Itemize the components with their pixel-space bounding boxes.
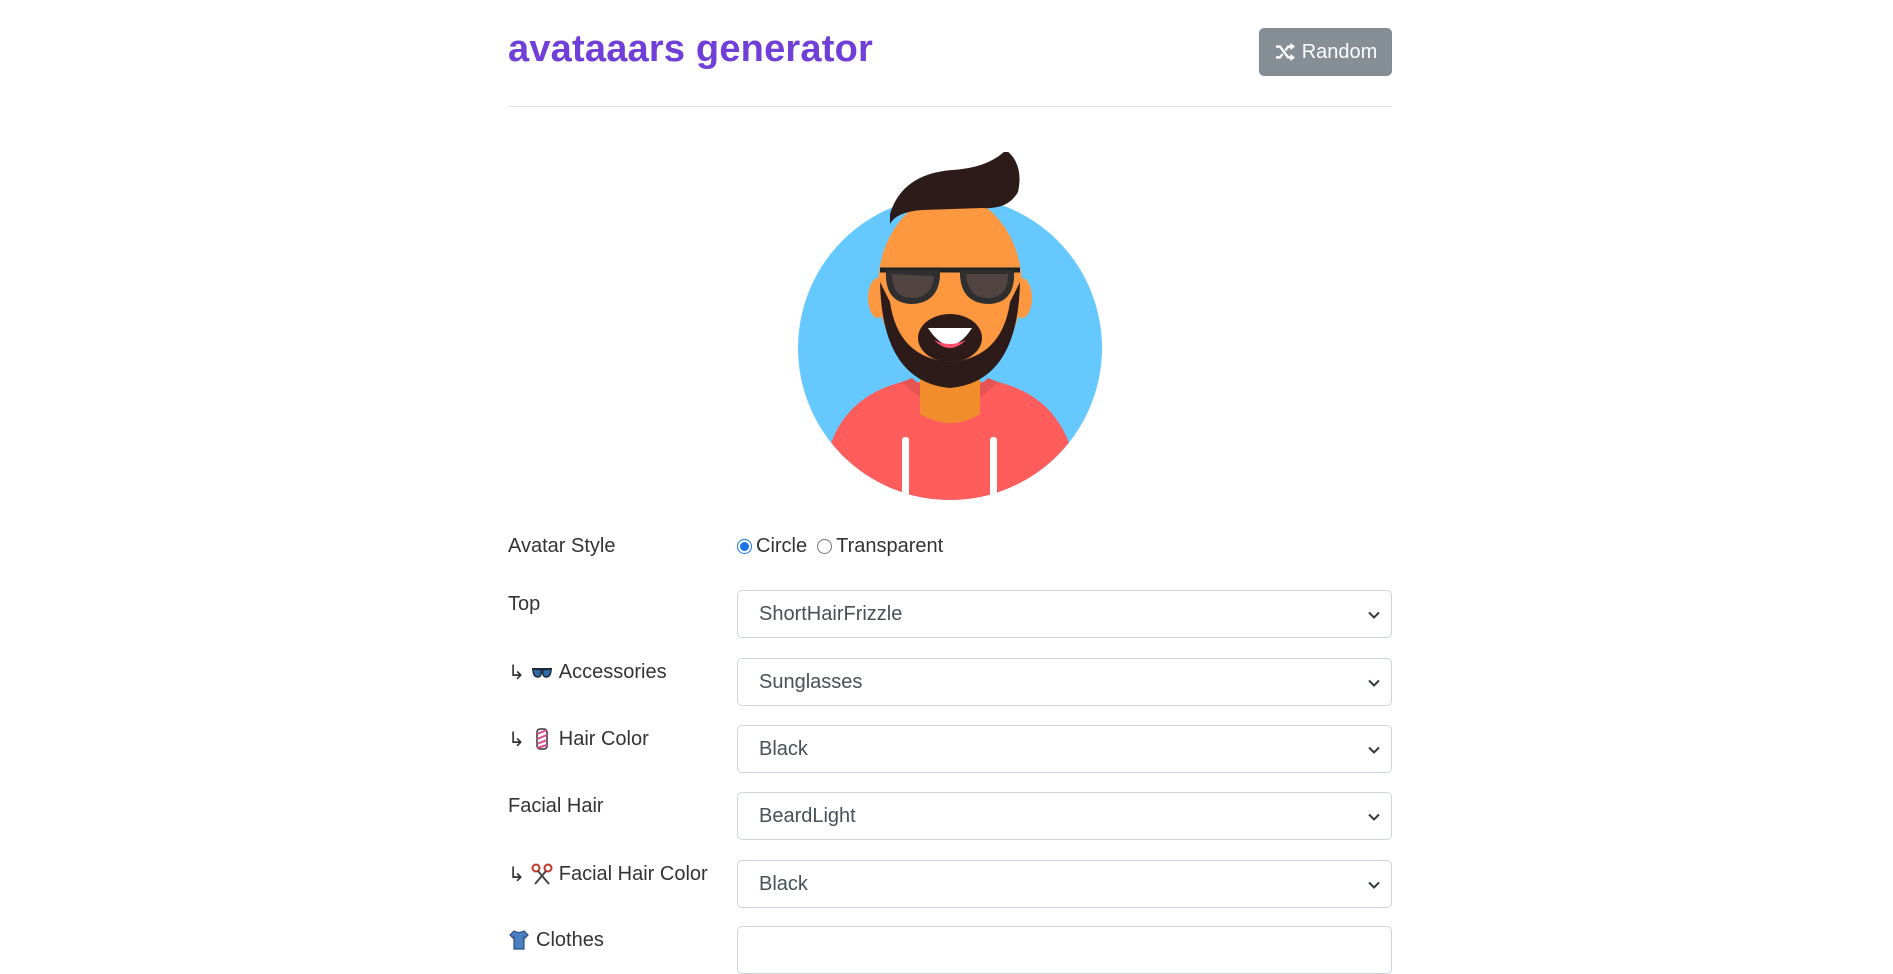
top-label-text: Top [508,592,541,615]
hair-color-label: ↳ Hair Color [508,725,649,753]
shuffle-icon [1275,42,1295,62]
facial-hair-color-select[interactable]: Black [737,860,1392,908]
hair-color-label-text: Hair Color [558,727,649,750]
top-label: Top [508,590,540,618]
accessories-label: ↳ Accessories [508,658,667,686]
radio-transparent[interactable] [817,538,833,554]
hair-color-row: ↳ Hair Color Black [508,725,1392,773]
chevron-down-icon [1368,611,1380,619]
clothes-label-text: Clothes [536,928,604,951]
radio-transparent-label[interactable]: Transparent [836,535,943,558]
sub-arrow: ↳ [508,728,525,751]
top-select[interactable]: ShortHairFrizzle [737,590,1392,638]
shirt-emoji-icon [509,930,529,950]
avatar-style-label: Avatar Style [508,534,616,557]
hair-color-select-value: Black [759,737,808,760]
avatar-preview [792,152,1108,500]
facial-hair-select[interactable]: BeardLight [737,792,1392,840]
top-select-value: ShortHairFrizzle [759,602,903,625]
chevron-down-icon [1368,679,1380,687]
sub-arrow: ↳ [508,661,525,684]
avatar-style-row: Avatar Style Circle Transparent [508,532,1392,580]
sub-arrow: ↳ [508,863,525,886]
chevron-down-icon [1368,746,1380,754]
chevron-down-icon [1368,813,1380,821]
accessories-select[interactable]: Sunglasses [737,658,1392,706]
radio-circle[interactable] [737,538,752,554]
random-button-label: Random [1301,40,1378,63]
avatar-style-radio-group: Circle Transparent [737,532,949,560]
sunglasses-emoji-icon [531,668,552,678]
facial-hair-color-label: ↳ Facial Hair Color [508,860,708,888]
clothes-label: Clothes [508,926,604,954]
clothes-row: Clothes [508,926,1392,974]
accessories-row: ↳ Accessories Sunglasses [508,658,1392,706]
page-title: avataaars generator [508,28,874,70]
top-row: Top ShortHairFrizzle [508,590,1392,638]
chevron-down-icon [1368,881,1380,889]
facial-hair-select-value: BeardLight [759,804,856,827]
barber-pole-emoji-icon [536,728,548,750]
clothes-select[interactable] [737,926,1392,974]
radio-circle-label[interactable]: Circle [756,535,807,558]
scissors-emoji-icon [531,863,553,885]
facial-hair-label-text: Facial Hair [508,794,604,817]
facial-hair-color-label-text: Facial Hair Color [558,862,708,885]
page-container: avataaars generator Random Avatar Style … [508,0,1392,974]
facial-hair-label: Facial Hair [508,792,604,820]
accessories-label-text: Accessories [558,660,667,683]
avatar-image [798,152,1102,500]
facial-hair-row: Facial Hair BeardLight [508,792,1392,840]
page-header: avataaars generator Random [508,0,1392,107]
accessories-select-value: Sunglasses [759,670,863,693]
hair-color-select[interactable]: Black [737,725,1392,773]
facial-hair-color-row: ↳ Facial Hair Color Black [508,860,1392,908]
random-button[interactable]: Random [1259,28,1392,76]
facial-hair-color-select-value: Black [759,872,808,895]
